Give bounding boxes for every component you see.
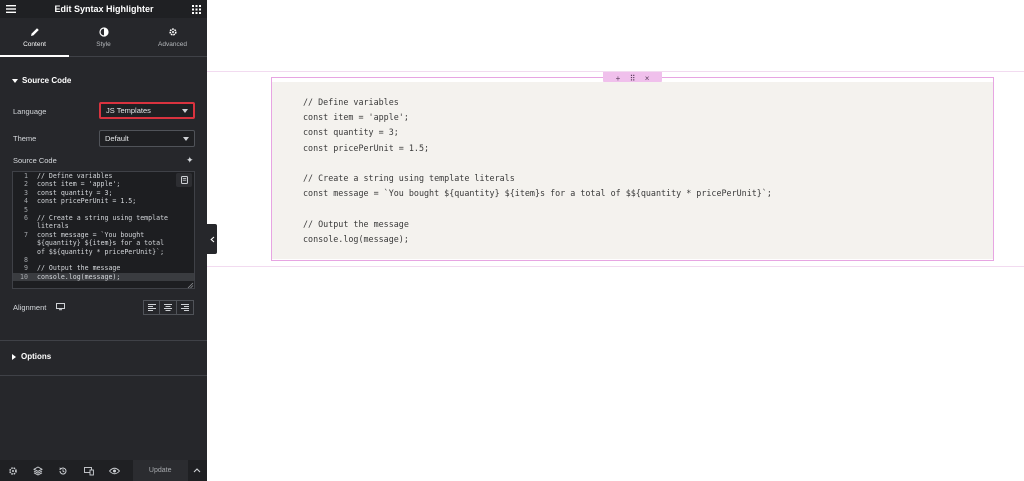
code-text: const item = 'apple'; xyxy=(37,180,121,189)
chevron-left-icon xyxy=(209,236,214,242)
hamburger-menu-icon[interactable] xyxy=(6,5,16,13)
code-preview-line: const item = 'apple'; xyxy=(303,112,409,123)
tab-content-label: Content xyxy=(23,40,46,48)
tab-style-label: Style xyxy=(96,40,111,48)
code-text: // Define variables xyxy=(37,172,113,180)
align-right-button[interactable] xyxy=(177,300,194,315)
code-preview: // Define variables const item = 'apple';… xyxy=(272,82,993,259)
panel-header: Edit Syntax Highlighter xyxy=(0,0,207,18)
code-preview-line: // Create a string using template litera… xyxy=(303,172,515,183)
line-number: 4 xyxy=(24,197,28,206)
code-preview-line: const message = `You bought ${quantity} … xyxy=(303,188,772,199)
update-button[interactable]: Update xyxy=(132,460,188,481)
copy-icon[interactable] xyxy=(176,173,192,187)
editor-panel: Edit Syntax Highlighter Content Style Ad… xyxy=(0,0,207,481)
history-icon[interactable] xyxy=(51,460,76,481)
tab-content[interactable]: Content xyxy=(0,18,69,57)
code-line: 2 const item = 'apple'; xyxy=(13,180,194,188)
align-right-icon xyxy=(181,304,189,311)
code-preview-line: // Define variables xyxy=(303,97,399,107)
section-title: Source Code xyxy=(22,76,72,85)
panel-tabs: Content Style Advanced xyxy=(0,18,207,57)
code-preview-line: const pricePerUnit = 1.5; xyxy=(303,142,430,153)
code-line: 9 // Output the message xyxy=(13,264,194,272)
tab-advanced-label: Advanced xyxy=(158,40,187,48)
code-preview-line xyxy=(303,201,993,216)
ai-sparkle-icon[interactable]: ✦ xyxy=(186,155,194,166)
responsive-mode-icon[interactable] xyxy=(76,460,101,481)
caret-right-icon xyxy=(12,353,16,360)
section-divider xyxy=(0,340,207,341)
alignment-group xyxy=(143,300,194,315)
line-number: 5 xyxy=(24,205,28,214)
desktop-icon[interactable] xyxy=(56,303,65,313)
theme-select-value: Default xyxy=(105,134,129,143)
code-preview-lines: // Define variables const item = 'apple';… xyxy=(303,95,993,247)
widgets-grid-icon[interactable] xyxy=(191,4,201,14)
gear-icon xyxy=(168,27,178,37)
code-text: console.log(message); xyxy=(37,272,121,281)
line-number: 1 xyxy=(24,172,28,180)
line-number: 8 xyxy=(24,256,28,265)
code-line: 1 // Define variables xyxy=(13,172,194,180)
layers-icon[interactable] xyxy=(25,460,50,481)
code-preview-line xyxy=(303,156,993,171)
code-text: const quantity = 3; xyxy=(37,188,113,197)
line-number: 10 xyxy=(20,272,28,281)
language-label: Language xyxy=(13,107,47,116)
source-code-editor[interactable]: 1 // Define variables 2 const item = 'apple… xyxy=(12,171,195,289)
code-line: 4 const pricePerUnit = 1.5; xyxy=(13,197,194,205)
settings-gear-icon[interactable] xyxy=(0,460,25,481)
code-text: // Create a string using template litera… xyxy=(37,214,172,231)
code-lines: 1 // Define variables 2 const item = 'apple… xyxy=(13,172,194,282)
language-select-value: JS Templates xyxy=(106,106,151,115)
dropdown-arrow-icon xyxy=(182,108,188,113)
code-line: 10 console.log(message); xyxy=(13,272,194,282)
chevron-up-icon[interactable] xyxy=(188,460,208,481)
code-text: const pricePerUnit = 1.5; xyxy=(37,197,137,206)
align-left-icon xyxy=(147,304,156,311)
caret-down-icon xyxy=(12,78,18,83)
line-number: 3 xyxy=(24,188,28,197)
options-title: Options xyxy=(21,352,52,361)
theme-label: Theme xyxy=(13,134,37,143)
align-center-icon xyxy=(164,304,172,311)
code-text: // Output the message xyxy=(37,264,121,273)
line-number: 2 xyxy=(24,180,28,189)
collapse-panel-button[interactable] xyxy=(207,224,217,254)
half-circle-icon xyxy=(98,26,109,37)
code-line: 6 // Create a string using template liter… xyxy=(13,214,194,231)
tab-style[interactable]: Style xyxy=(69,18,138,56)
line-number: 9 xyxy=(24,264,28,273)
resize-handle-icon[interactable] xyxy=(187,282,194,289)
dropdown-arrow-icon xyxy=(183,136,189,141)
theme-select[interactable]: Default xyxy=(99,130,195,147)
preview-eye-icon[interactable] xyxy=(102,460,127,481)
line-number: 6 xyxy=(24,214,28,223)
code-preview-line: console.log(message); xyxy=(303,233,409,244)
code-preview-line: const quantity = 3; xyxy=(303,127,399,138)
code-preview-line: // Output the message xyxy=(303,218,409,229)
section-toggle-source-code[interactable]: Source Code xyxy=(12,76,71,85)
tab-advanced[interactable]: Advanced xyxy=(138,18,207,56)
line-number: 7 xyxy=(24,230,28,239)
panel-title: Edit Syntax Highlighter xyxy=(54,4,154,14)
source-code-label: Source Code xyxy=(13,156,57,165)
pencil-icon xyxy=(30,27,40,37)
align-center-button[interactable] xyxy=(160,300,177,315)
code-text: const message = `You bought ${quantity} … xyxy=(37,230,169,256)
language-select[interactable]: JS Templates xyxy=(99,102,195,119)
alignment-label: Alignment xyxy=(13,303,47,312)
section-toggle-options[interactable]: Options xyxy=(12,352,51,361)
code-line: 7 const message = `You bought ${quantity}… xyxy=(13,231,194,256)
section-divider xyxy=(0,375,207,376)
align-left-button[interactable] xyxy=(143,300,160,315)
section-guide-bottom xyxy=(207,266,1024,267)
code-line: 3 const quantity = 3; xyxy=(13,189,194,197)
code-line: 8 xyxy=(13,256,194,264)
code-line: 5 xyxy=(13,206,194,214)
panel-footer: Update xyxy=(0,460,207,481)
